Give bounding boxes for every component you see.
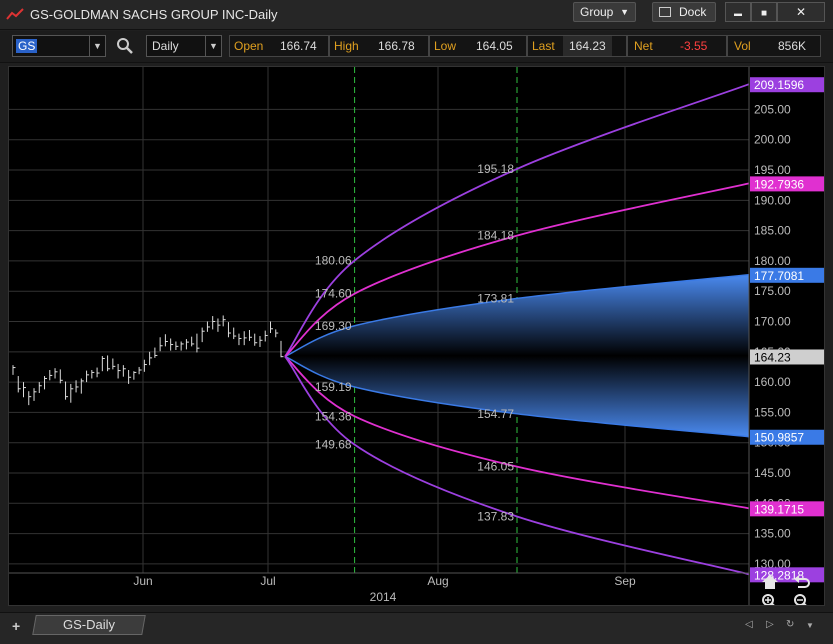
low-label: Low: [434, 39, 457, 53]
open-label: Open: [234, 39, 264, 53]
projection-value-label: 159.19: [315, 380, 352, 394]
y-tick-label: 170.00: [754, 315, 791, 329]
quote-vol: Vol 856K: [727, 35, 821, 57]
chevron-down-icon[interactable]: ▼: [205, 36, 221, 56]
zoom-out-icon[interactable]: [794, 594, 810, 610]
projection-value-label: 149.68: [315, 438, 352, 452]
x-tick-label: Jun: [133, 574, 152, 588]
period-value: Daily: [152, 39, 179, 53]
quote-net: Net -3.55: [627, 35, 727, 57]
symbol-input[interactable]: GS ▼: [12, 35, 106, 57]
close-button[interactable]: ✕: [777, 2, 825, 22]
net-label: Net: [634, 39, 653, 53]
y-tick-label: 185.00: [754, 224, 791, 238]
dock-label: Dock: [679, 5, 707, 19]
search-icon[interactable]: [116, 37, 134, 55]
group-label: Group: [580, 5, 614, 19]
scroll-left-icon[interactable]: ◁: [745, 619, 753, 630]
close-icon: ✕: [795, 5, 807, 19]
y-tick-label: 145.00: [754, 466, 791, 480]
refresh-icon[interactable]: ↻: [786, 619, 794, 630]
price-axis: 130.00135.00140.00145.00150.00155.00160.…: [748, 67, 791, 605]
quote-open: Open 166.74: [229, 35, 329, 57]
dock-icon: [659, 7, 671, 17]
chart-app-icon: [6, 8, 24, 20]
price-bars: [12, 315, 284, 406]
x-tick-label: Jul: [260, 574, 275, 588]
date-axis: Jun Jul Aug Sep 2014: [9, 572, 749, 604]
projection-value-label: 154.36: [315, 409, 352, 423]
symbol-value: GS: [16, 39, 38, 53]
projection-value-label: 146.05: [477, 460, 514, 474]
chart-canvas[interactable]: 180.06 174.60 169.30 159.19 154.36 149.68 195.…: [9, 67, 824, 610]
high-label: High: [334, 39, 359, 53]
maximize-button[interactable]: ■: [751, 2, 777, 22]
title-bar: GS-GOLDMAN SACHS GROUP INC-Daily Group ▼…: [0, 0, 833, 30]
axis-tag-label: 192.7936: [754, 177, 804, 191]
projection-value-label: 180.06: [315, 254, 352, 268]
x-tick-label: Sep: [614, 574, 636, 588]
last-label: Last: [532, 39, 555, 53]
tab-label: GS-Daily: [63, 617, 116, 632]
high-value: 166.78: [378, 39, 415, 53]
group-dropdown[interactable]: Group ▼: [573, 2, 636, 22]
minimize-button[interactable]: ▬: [725, 2, 751, 22]
open-value: 166.74: [280, 39, 317, 53]
net-value: -3.55: [680, 39, 708, 53]
projection-value-label: 173.81: [477, 291, 514, 305]
scroll-right-icon[interactable]: ▷: [766, 619, 774, 630]
dock-button[interactable]: Dock: [652, 2, 716, 22]
x-tick-label: Aug: [427, 574, 448, 588]
vol-label: Vol: [734, 39, 751, 53]
y-tick-label: 195.00: [754, 163, 791, 177]
axis-tag-label: 150.9857: [754, 431, 804, 445]
chevron-down-icon[interactable]: ▼: [806, 621, 814, 630]
zoom-in-icon[interactable]: [762, 594, 778, 610]
chevron-down-icon: ▼: [620, 7, 629, 17]
chevron-down-icon[interactable]: ▼: [89, 36, 105, 56]
quote-low: Low 164.05: [429, 35, 527, 57]
year-label: 2014: [370, 590, 397, 604]
projection-value-label: 174.60: [315, 287, 352, 301]
add-tab-button[interactable]: +: [12, 618, 20, 634]
y-tick-label: 205.00: [754, 102, 791, 116]
axis-tags: 209.1596 192.7936 177.7081 164.23 150.9857 13…: [750, 77, 824, 583]
projection-value-label: 169.30: [315, 319, 352, 333]
axis-tag-label: 177.7081: [754, 269, 804, 283]
projection-value-label: 195.18: [477, 162, 514, 176]
price-chart[interactable]: 180.06 174.60 169.30 159.19 154.36 149.68 195.…: [8, 66, 825, 610]
quote-high: High 166.78: [329, 35, 429, 57]
y-tick-label: 200.00: [754, 133, 791, 147]
y-tick-label: 160.00: [754, 375, 791, 389]
tab-gs-daily[interactable]: GS-Daily: [32, 615, 146, 635]
vol-value: 856K: [778, 39, 807, 53]
chart-toolbar: GS ▼ Daily ▼ Open 166.74 High 166.78 Low…: [0, 31, 833, 63]
axis-tag-label: 164.23: [754, 350, 791, 364]
last-value: 164.23: [563, 36, 612, 56]
period-select[interactable]: Daily ▼: [146, 35, 222, 57]
projection-value-label: 154.77: [477, 407, 514, 421]
projection-value-label: 137.83: [477, 509, 514, 523]
minimize-icon: ▬: [734, 9, 742, 18]
axis-tag-label: 139.1715: [754, 502, 804, 516]
y-tick-label: 190.00: [754, 193, 791, 207]
axis-tag-label: 209.1596: [754, 78, 804, 92]
quote-last: Last 164.23: [527, 35, 627, 57]
y-tick-label: 135.00: [754, 527, 791, 541]
y-tick-label: 175.00: [754, 284, 791, 298]
status-bar: + GS-Daily ◁ ▷ ↻ ▼: [0, 612, 833, 644]
maximize-icon: ■: [760, 8, 768, 19]
projection-value-label: 184.18: [477, 229, 514, 243]
y-tick-label: 155.00: [754, 405, 791, 419]
low-value: 164.05: [476, 39, 513, 53]
y-tick-label: 180.00: [754, 254, 791, 268]
window-title: GS-GOLDMAN SACHS GROUP INC-Daily: [30, 7, 278, 22]
